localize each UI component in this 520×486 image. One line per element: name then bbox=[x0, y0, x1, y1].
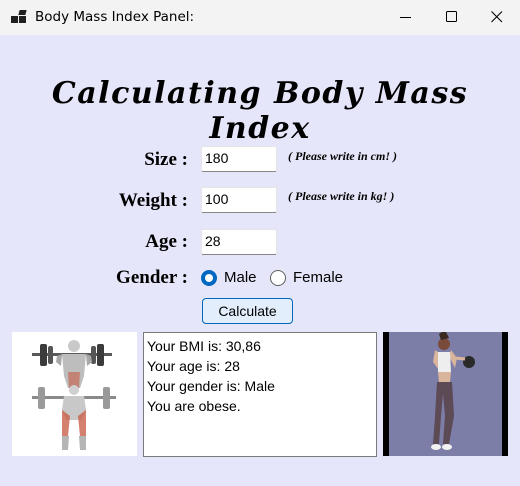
result-category-line: You are obese. bbox=[147, 398, 241, 414]
weight-input[interactable]: 100 bbox=[201, 187, 277, 213]
weight-label: Weight : bbox=[118, 190, 188, 211]
age-label: Age : bbox=[145, 231, 188, 252]
minimize-icon bbox=[400, 17, 411, 18]
squat-exercise-image bbox=[12, 332, 137, 456]
gender-label: Gender : bbox=[116, 267, 188, 288]
maximize-icon bbox=[446, 11, 457, 22]
result-bmi-line: Your BMI is: 30,86 bbox=[147, 338, 261, 354]
size-input[interactable]: 180 bbox=[201, 146, 277, 172]
maximize-button[interactable] bbox=[429, 0, 475, 35]
title-bar: Body Mass Index Panel: bbox=[0, 0, 520, 35]
size-hint: ( Please write in cm! ) bbox=[288, 149, 397, 163]
size-label: Size : bbox=[144, 149, 188, 170]
male-radio-label[interactable]: Male bbox=[224, 269, 257, 286]
window-title: Body Mass Index Panel: bbox=[35, 9, 195, 25]
app-icon bbox=[11, 10, 27, 24]
minimize-button[interactable] bbox=[383, 0, 429, 35]
page-title: Calculating Body Mass Index bbox=[51, 76, 469, 146]
result-textbox[interactable]: Your BMI is: 30,86 Your age is: 28 Your … bbox=[143, 332, 377, 457]
result-age-line: Your age is: 28 bbox=[147, 358, 240, 374]
kettlebell-exercise-image bbox=[383, 330, 508, 456]
calculate-button[interactable]: Calculate bbox=[202, 298, 293, 324]
male-radio[interactable] bbox=[201, 270, 217, 286]
result-gender-line: Your gender is: Male bbox=[147, 378, 275, 394]
age-input[interactable]: 28 bbox=[201, 229, 277, 255]
close-icon bbox=[491, 11, 503, 23]
female-radio[interactable] bbox=[270, 270, 286, 286]
female-radio-label[interactable]: Female bbox=[293, 269, 343, 286]
weight-hint: ( Please write in kg! ) bbox=[288, 189, 395, 203]
close-button[interactable] bbox=[474, 0, 520, 35]
